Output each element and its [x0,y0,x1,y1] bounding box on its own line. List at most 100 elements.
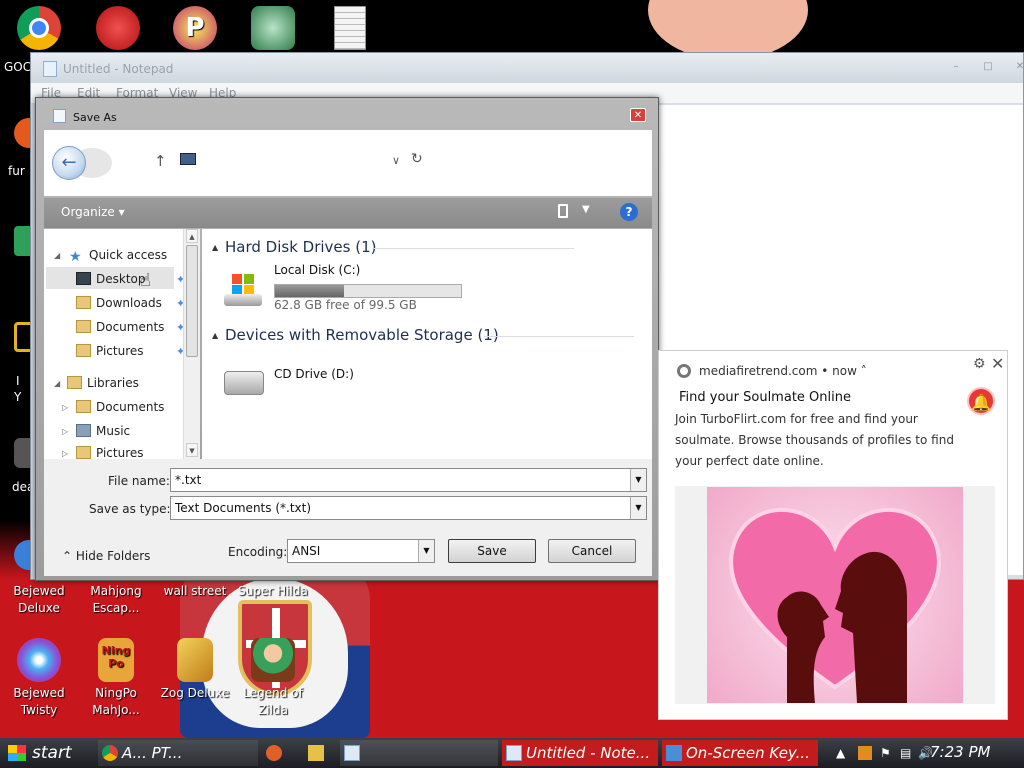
expand-arrow-icon[interactable]: ▷ [62,449,68,458]
show-hidden-icons-icon[interactable]: ▲ [836,746,845,760]
group-header-hard-disks[interactable]: Hard Disk Drives (1) [225,238,376,256]
nav-lib-documents[interactable]: Documents [76,400,164,414]
push-notification[interactable]: mediafiretrend.com • now ˄ ⚙ ✕ Find your… [658,350,1008,720]
cd-drive-label[interactable]: CD Drive (D:) [274,367,354,381]
chevron-down-icon[interactable]: ▼ [630,469,646,491]
notepad-icon [344,745,360,761]
network-icon[interactable]: ▤ [900,746,911,760]
icon-label: Mahjong [90,584,142,598]
file-list-pane: ▲ Hard Disk Drives (1) Local Disk (C:) 6… [202,229,652,459]
expand-arrow-icon[interactable]: ▷ [62,427,68,436]
collapse-arrow-icon[interactable]: ◢ [54,379,60,388]
taskbar: start A... PT... Untitled - Note... On-S… [0,738,1024,768]
close-button[interactable]: ✕ [1009,59,1024,75]
p-game-icon: P [173,6,217,50]
start-button[interactable]: start [0,738,92,768]
close-icon[interactable]: ✕ [991,354,1004,373]
group-header-removable[interactable]: Devices with Removable Storage (1) [225,326,499,344]
collapse-arrow-icon[interactable]: ◢ [54,251,60,260]
local-disk-label[interactable]: Local Disk (C:) [274,263,360,277]
minimize-button[interactable]: – [945,59,967,75]
nav-lib-pictures[interactable]: Pictures [76,446,144,459]
expand-arrow-icon[interactable]: ▷ [62,403,68,412]
close-button[interactable]: ✕ [630,108,646,122]
nav-lib-music[interactable]: Music [76,424,130,438]
collapse-arrow-icon[interactable]: ▲ [212,243,218,252]
desktop-icon-zog-deluxe[interactable]: Zog Deluxe [153,638,237,702]
nav-item-desktop[interactable]: Desktop [76,272,146,286]
nav-item-pictures[interactable]: Pictures [76,344,144,358]
save-as-dialog[interactable]: Save As ✕ ← ↑ ∨ ↻ Organize ▾ ▼ ? ◢ ★ Quic… [35,97,659,581]
gear-icon[interactable]: ⚙ [973,356,986,372]
windows-drive-icon [224,272,262,306]
zilda-character-icon [251,638,295,682]
organize-button[interactable]: Organize ▾ [61,205,125,219]
scroll-down-icon[interactable]: ▼ [186,443,198,457]
chrome-icon [17,6,61,50]
nav-item-downloads[interactable]: Downloads [76,296,162,310]
save-as-titlebar[interactable]: Save As ✕ [36,98,658,128]
save-options-panel: File name: *.txt ▼ Save as type: Text Do… [44,459,652,576]
nav-scrollbar[interactable]: ▲ ▼ [183,229,200,459]
ningpo-icon: Ning Po [98,638,134,682]
hide-folders-button[interactable]: ⌃ Hide Folders [62,549,150,563]
taskbar-item-explorer[interactable] [304,740,332,766]
star-icon: ★ [69,249,82,265]
santa-globe-icon [251,6,295,50]
chevron-down-icon[interactable]: ∨ [392,154,400,167]
desktop-icon-santa[interactable] [231,6,315,53]
up-arrow-icon[interactable]: ↑ [154,152,167,170]
desktop-icon-ningpo-mahjong[interactable]: Ning Po NingPo MahJo... [74,638,158,719]
zog-icon [177,638,213,682]
icon-label: MahJo... [92,703,140,717]
desktop-icon-red-creature[interactable] [76,6,160,53]
taskbar-label: A... PT... [122,744,183,762]
file-name-input[interactable]: *.txt ▼ [170,468,647,492]
taskbar-item-firefox[interactable] [262,740,290,766]
desktop-icon-legend-of-zilda[interactable]: Legend of Zilda [231,638,315,719]
save-button[interactable]: Save [448,539,536,563]
desktop-icon-mahjong-escape[interactable]: Mahjong Escap... [74,583,158,617]
help-icon[interactable]: ? [620,203,638,221]
desktop-icon-super-hilda[interactable]: Super Hilda [231,583,315,600]
taskbar-item-chrome[interactable]: A... PT... [98,740,258,766]
icon-label: wall street [163,584,227,598]
desktop-icon-p-game[interactable]: P [153,6,237,53]
scroll-up-icon[interactable]: ▲ [186,229,198,243]
desktop-icon-wall-street[interactable]: wall street [153,583,237,600]
nav-libraries[interactable]: Libraries [67,376,139,390]
back-arrow-icon[interactable]: ← [52,146,86,180]
text-file-icon [334,6,366,50]
save-as-type-select[interactable]: Text Documents (*.txt) ▼ [170,496,647,520]
desktop-icon-bejeweled-twist[interactable]: Bejewed Twisty [0,638,81,719]
disk-usage-bar [274,284,462,298]
desktop-edge-label: fur [8,164,25,178]
nav-label: Pictures [96,344,144,358]
scrollbar-thumb[interactable] [186,245,198,357]
collapse-arrow-icon[interactable]: ▲ [212,331,218,340]
desktop-icon-text-file[interactable] [308,6,392,53]
desktop-icon-chrome[interactable] [0,6,81,53]
notification-image[interactable] [675,486,995,704]
tray-app-icon[interactable] [858,746,872,760]
taskbar-item-notepad-2[interactable]: Untitled - Note... [502,740,658,766]
encoding-select[interactable]: ANSI ▼ [287,539,435,563]
clock[interactable]: 7:23 PM [930,743,990,761]
notepad-titlebar[interactable]: Untitled - Notepad – □ ✕ [31,53,1024,83]
chevron-down-icon[interactable]: ▼ [582,204,590,215]
view-options-icon[interactable] [558,204,568,218]
taskbar-item-onscreen-keyboard[interactable]: On-Screen Key... [662,740,818,766]
cancel-button[interactable]: Cancel [548,539,636,563]
desktop-edge-label: Y [14,390,22,404]
maximize-button[interactable]: □ [977,59,999,75]
chevron-down-icon[interactable]: ▼ [418,540,434,562]
icon-label: Zog Deluxe [160,686,230,700]
taskbar-item-notepad-1[interactable] [340,740,498,766]
desktop-icon-bejeweled-deluxe[interactable]: Bejewed Deluxe [0,583,81,617]
nav-item-documents[interactable]: Documents [76,320,164,334]
refresh-icon[interactable]: ↻ [411,151,423,167]
chevron-down-icon[interactable]: ▼ [630,497,646,519]
action-center-icon[interactable]: ⚑ [880,746,891,760]
nav-quick-access[interactable]: ★ Quick access [69,248,167,266]
music-folder-icon [76,424,91,437]
